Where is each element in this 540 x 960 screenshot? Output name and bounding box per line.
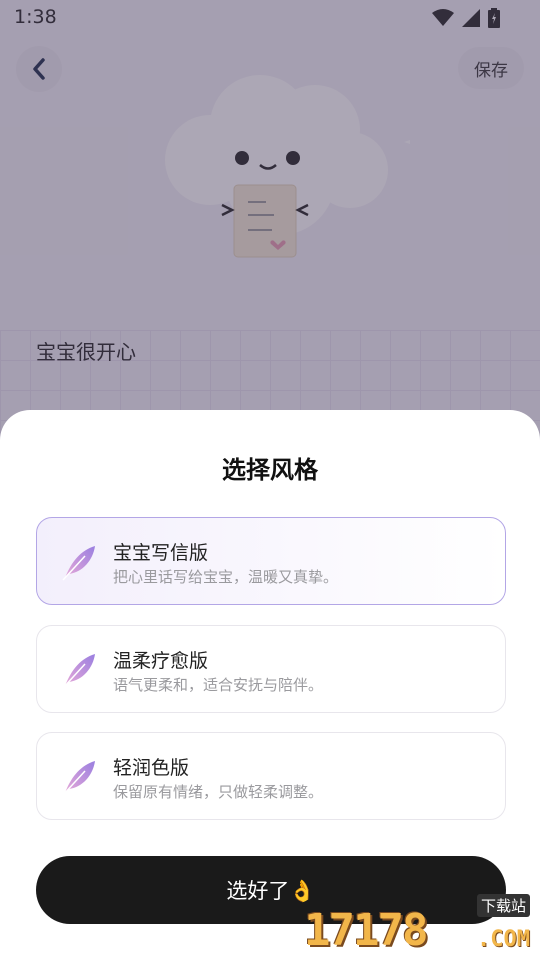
feather-icon [62, 546, 95, 581]
feather-icon [62, 761, 95, 796]
sheet-title: 选择风格 [222, 456, 318, 484]
option-title: 轻润色版 [113, 757, 190, 779]
style-option-baby-letter[interactable]: 宝宝写信版 把心里话写给宝宝，温暖又真挚。 [36, 517, 506, 605]
option-title: 宝宝写信版 [113, 542, 209, 564]
watermark-domain: .COM [477, 927, 530, 952]
watermark-number: 17178 [304, 905, 428, 956]
site-watermark: 下载站 17178 .COM [304, 894, 534, 956]
style-option-gentle-healing[interactable]: 温柔疗愈版 语气更柔和，适合安抚与陪伴。 [36, 625, 506, 713]
style-picker-sheet: 选择风格 宝宝写信版 把心里话写给宝宝，温暖又真挚。 温柔疗愈版 语气更柔和，适… [0, 410, 540, 960]
feather-icon [62, 654, 95, 689]
option-title: 温柔疗愈版 [113, 650, 209, 672]
watermark-tag: 下载站 [476, 894, 530, 917]
option-description: 保留原有情绪，只做轻柔调整。 [113, 783, 324, 801]
option-description: 把心里话写给宝宝，温暖又真挚。 [113, 568, 339, 586]
style-option-light-polish[interactable]: 轻润色版 保留原有情绪，只做轻柔调整。 [36, 732, 506, 820]
option-description: 语气更柔和，适合安抚与陪伴。 [113, 676, 324, 694]
